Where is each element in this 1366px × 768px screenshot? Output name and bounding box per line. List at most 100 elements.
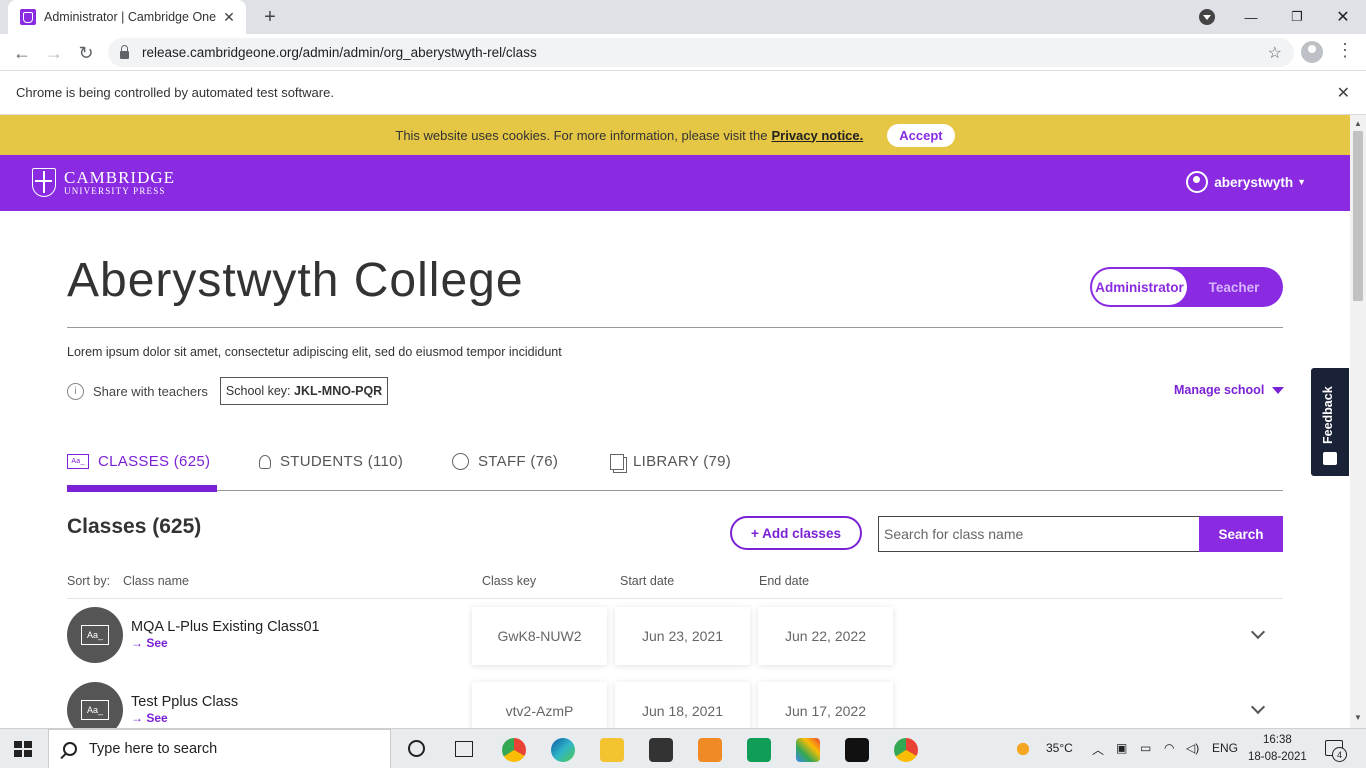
info-icon[interactable]: i (67, 382, 84, 400)
language-indicator[interactable]: ENG (1212, 741, 1238, 755)
profile-avatar-icon[interactable] (1301, 41, 1323, 63)
volume-icon[interactable]: ◁) (1186, 741, 1199, 755)
tab-classes[interactable]: Aa_ CLASSES (625) (67, 453, 210, 470)
forward-icon[interactable]: → (41, 40, 67, 66)
chat-app-icon[interactable] (747, 738, 771, 762)
store-icon[interactable] (649, 738, 673, 762)
class-avatar-icon: Aa_ (67, 607, 123, 663)
expand-chevron-icon[interactable] (1250, 699, 1266, 715)
cookie-text: This website uses cookies. For more info… (395, 127, 768, 143)
taskbar-search-placeholder: Type here to search (89, 741, 218, 757)
new-tab-icon[interactable]: + (258, 5, 282, 29)
user-menu[interactable]: aberystwyth ▼ (1186, 171, 1306, 193)
accept-cookies-button[interactable]: Accept (887, 123, 955, 147)
role-administrator-option[interactable]: Administrator (1092, 269, 1187, 305)
minimize-icon[interactable]: — (1228, 0, 1274, 34)
lock-icon[interactable] (120, 44, 129, 59)
chrome-icon[interactable] (502, 738, 526, 762)
cookie-banner: This website uses cookies. For more info… (0, 115, 1350, 155)
scroll-up-icon[interactable]: ▲ (1354, 119, 1362, 128)
role-toggle[interactable]: Administrator Teacher (1090, 267, 1283, 307)
bookmark-star-icon[interactable]: ☆ (1268, 43, 1282, 63)
clock[interactable]: 16:38 18-08-2021 (1248, 732, 1307, 766)
table-row[interactable]: Aa_ MQA L-Plus Existing Class01 → See Gw… (67, 599, 1283, 671)
logo-line2: UNIVERSITY PRESS (64, 185, 166, 196)
taskbar-search-box[interactable]: Type here to search (48, 729, 391, 768)
task-view-icon[interactable] (455, 741, 473, 757)
page-title: Aberystwyth College (67, 254, 524, 307)
restore-icon[interactable]: ❐ (1274, 0, 1320, 34)
expand-chevron-icon[interactable] (1250, 624, 1266, 640)
tab-students[interactable]: STUDENTS (110) (259, 453, 403, 470)
reload-icon[interactable]: ↻ (73, 40, 99, 66)
class-search-input[interactable] (878, 516, 1199, 552)
weather-icon[interactable] (1015, 740, 1035, 758)
clock-time: 16:38 (1263, 734, 1292, 746)
manage-school-dropdown[interactable]: Manage school (1174, 383, 1285, 397)
windows-taskbar: Type here to search 35°C ︿ ▣ ▭ ◠ ◁) ENG … (0, 728, 1366, 768)
column-class-key[interactable]: Class key (482, 574, 536, 588)
chrome-menu-icon[interactable]: ⋮ (1336, 40, 1354, 61)
cortana-icon[interactable] (408, 740, 425, 757)
edge-icon[interactable] (551, 738, 575, 762)
windows-start-icon[interactable] (14, 741, 32, 757)
school-key-box[interactable]: School key: JKL-MNO-PQR (219, 377, 389, 405)
infobar-close-icon[interactable]: ✕ (1337, 83, 1350, 103)
tab-label: STUDENTS (110) (280, 453, 404, 470)
see-link[interactable]: → See (131, 636, 168, 650)
username: aberystwyth (1214, 174, 1294, 190)
back-icon[interactable]: ← (9, 40, 35, 66)
class-name[interactable]: Test Pplus Class (131, 694, 238, 710)
scroll-down-icon[interactable]: ▼ (1354, 713, 1362, 722)
tab-search-icon[interactable] (1199, 9, 1215, 25)
address-bar[interactable]: release.cambridgeone.org/admin/admin/org… (108, 38, 1294, 67)
table-row[interactable]: Aa_ Test Pplus Class → See vtv2-AzmP Jun… (67, 674, 1283, 728)
page-scrollbar[interactable]: ▲ ▼ (1350, 115, 1366, 728)
add-classes-button[interactable]: + Add classes (730, 516, 862, 550)
feedback-button[interactable]: Feedback (1311, 368, 1349, 476)
chrome-active-icon[interactable] (894, 738, 918, 762)
terminal-icon[interactable] (845, 738, 869, 762)
search-button[interactable]: Search (1199, 516, 1283, 552)
class-key-cell: GwK8-NUW2 (472, 607, 607, 665)
privacy-notice-link[interactable]: Privacy notice. (771, 128, 863, 143)
sublime-text-icon[interactable] (698, 738, 722, 762)
url-text: release.cambridgeone.org/admin/admin/org… (142, 45, 537, 60)
students-icon (259, 454, 271, 469)
search-icon (63, 742, 77, 756)
classes-icon: Aa_ (67, 454, 89, 469)
paint-app-icon[interactable] (796, 738, 820, 762)
staff-icon (452, 453, 469, 470)
share-label: Share with teachers (93, 383, 208, 399)
wifi-icon[interactable]: ◠ (1164, 741, 1174, 755)
logo-line1: CAMBRIDGE (64, 167, 176, 187)
tab-title: Administrator | Cambridge One (44, 10, 217, 24)
class-avatar-icon: Aa_ (67, 682, 123, 728)
column-start-date[interactable]: Start date (620, 574, 674, 588)
infobar-text: Chrome is being controlled by automated … (16, 85, 334, 100)
meet-icon[interactable]: ▣ (1116, 741, 1127, 755)
scroll-thumb[interactable] (1353, 131, 1363, 301)
tab-library[interactable]: LIBRARY (79) (610, 453, 731, 470)
library-icon (610, 453, 624, 470)
class-name[interactable]: MQA L-Plus Existing Class01 (131, 619, 320, 635)
battery-icon[interactable]: ▭ (1140, 741, 1151, 755)
close-window-icon[interactable]: ✕ (1320, 0, 1366, 34)
start-date-cell: Jun 18, 2021 (615, 682, 750, 728)
role-teacher-option[interactable]: Teacher (1187, 269, 1281, 305)
cambridge-logo[interactable]: CAMBRIDGE UNIVERSITY PRESS (32, 168, 175, 197)
tab-close-icon[interactable]: ✕ (218, 6, 240, 28)
tab-staff[interactable]: STAFF (76) (452, 453, 558, 470)
browser-tab[interactable]: Administrator | Cambridge One ✕ (8, 0, 246, 34)
column-end-date[interactable]: End date (759, 574, 809, 588)
title-divider (67, 327, 1283, 328)
file-explorer-icon[interactable] (600, 738, 624, 762)
caret-down-icon (1272, 386, 1285, 394)
column-class-name[interactable]: Class name (123, 574, 189, 588)
page-viewport: This website uses cookies. For more info… (0, 115, 1350, 728)
temperature[interactable]: 35°C (1046, 741, 1073, 755)
start-date-cell: Jun 23, 2021 (615, 607, 750, 665)
browser-toolbar: ← → ↻ release.cambridgeone.org/admin/adm… (0, 34, 1366, 71)
tray-overflow-icon[interactable]: ︿ (1092, 741, 1104, 758)
see-link[interactable]: → See (131, 711, 168, 725)
